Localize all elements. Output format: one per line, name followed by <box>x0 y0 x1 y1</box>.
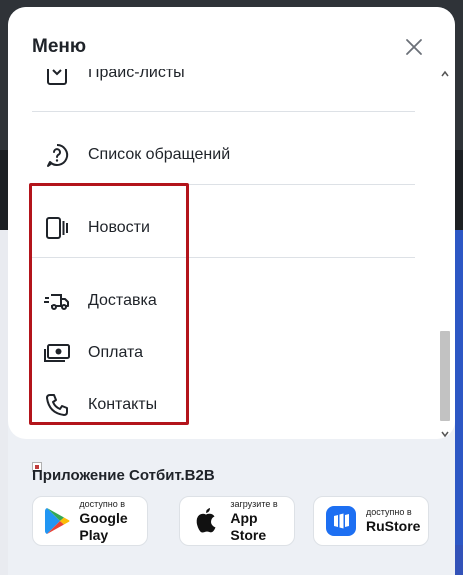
app-store-button[interactable]: загрузите в App Store <box>179 496 295 546</box>
question-bubble-icon <box>42 140 72 170</box>
menu-panel: Меню Прайс-листы Список обращений Новост… <box>8 7 455 439</box>
store-name: RuStore <box>366 518 421 534</box>
rustore-button[interactable]: доступно в RuStore <box>313 496 429 546</box>
menu-item-label: Прайс-листы <box>88 69 185 81</box>
store-caption: доступно в <box>79 498 126 509</box>
menu-item-delivery[interactable]: Доставка <box>32 281 415 321</box>
delivery-truck-icon <box>42 286 72 316</box>
scrollbar-thumb[interactable] <box>440 331 450 421</box>
close-icon <box>406 39 422 55</box>
phone-icon <box>42 390 72 420</box>
menu-item-contacts[interactable]: Контакты <box>32 385 415 425</box>
apple-icon <box>190 504 222 538</box>
menu-modal: Меню Прайс-листы Список обращений Новост… <box>8 7 455 575</box>
menu-item-payment[interactable]: Оплата <box>32 333 415 373</box>
store-caption: доступно в <box>366 507 412 517</box>
menu-list: Прайс-листы Список обращений Новости Дос… <box>8 69 438 435</box>
scroll-up-arrow-icon <box>441 70 449 77</box>
payment-cash-icon <box>42 338 72 368</box>
rustore-icon <box>324 504 358 538</box>
menu-title: Меню <box>32 36 87 57</box>
menu-item-label: Контакты <box>88 396 158 413</box>
scroll-down-arrow-icon <box>441 431 449 438</box>
store-caption: загрузите в <box>230 498 278 509</box>
menu-item-label: Оплата <box>88 344 144 361</box>
menu-divider <box>32 111 415 112</box>
menu-item-label: Список обращений <box>88 146 231 163</box>
app-section-title: Приложение Сотбит.B2B <box>32 467 215 484</box>
menu-item-label: Доставка <box>88 292 157 309</box>
menu-divider <box>32 257 415 258</box>
menu-item-news[interactable]: Новости <box>32 208 415 248</box>
store-name: App Store <box>230 509 267 543</box>
news-icon <box>42 213 72 243</box>
menu-divider <box>32 184 415 185</box>
google-play-button[interactable]: доступно в Google Play <box>32 496 148 546</box>
store-name: Google Play <box>79 509 128 543</box>
menu-item-requests[interactable]: Список обращений <box>32 135 415 175</box>
close-button[interactable] <box>404 37 424 57</box>
menu-scrollbar[interactable] <box>438 69 452 439</box>
menu-item-price-lists[interactable]: Прайс-листы <box>32 69 415 93</box>
google-play-icon <box>43 504 71 538</box>
menu-item-label: Новости <box>88 219 150 236</box>
price-list-icon <box>42 69 72 88</box>
